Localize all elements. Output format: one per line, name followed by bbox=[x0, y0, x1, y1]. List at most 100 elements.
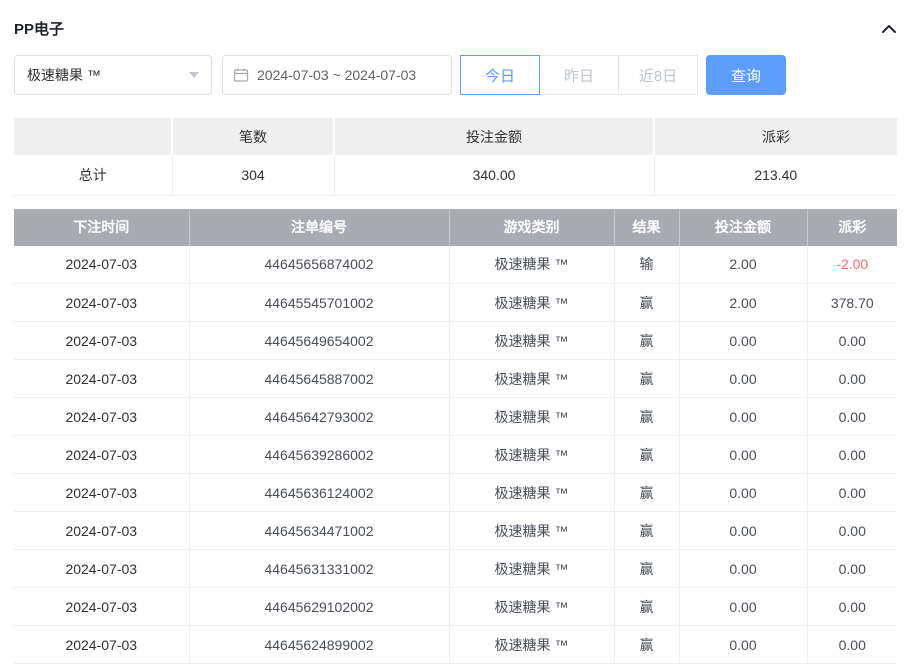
table-cell: 0.00 bbox=[807, 398, 897, 436]
table-cell: 赢 bbox=[614, 436, 679, 474]
today-button[interactable]: 今日 bbox=[460, 55, 540, 95]
summary-total-row: 总计 304 340.00 213.40 bbox=[14, 155, 897, 195]
table-cell: 极速糖果 ™ bbox=[449, 284, 614, 322]
table-row: 2024-07-0344645629102002极速糖果 ™赢0.000.00 bbox=[14, 588, 897, 626]
table-cell: 2024-07-03 bbox=[14, 360, 189, 398]
table-cell: 极速糖果 ™ bbox=[449, 398, 614, 436]
table-cell: 极速糖果 ™ bbox=[449, 512, 614, 550]
table-cell: 极速糖果 ™ bbox=[449, 322, 614, 360]
calendar-icon bbox=[233, 67, 249, 83]
table-row: 2024-07-0344645634471002极速糖果 ™赢0.000.00 bbox=[14, 512, 897, 550]
search-button[interactable]: 查询 bbox=[706, 55, 786, 95]
table-cell: 44645629102002 bbox=[189, 588, 449, 626]
bet-table-body: 2024-07-0344645656874002极速糖果 ™输2.00-2.00… bbox=[14, 246, 897, 664]
panel-header: PP电子 bbox=[14, 0, 897, 41]
table-cell: 44645649654002 bbox=[189, 322, 449, 360]
table-cell: 2024-07-03 bbox=[14, 626, 189, 664]
column-header-bet-amount: 投注金额 bbox=[679, 209, 807, 246]
game-select-value: 极速糖果 ™ bbox=[27, 65, 101, 85]
table-cell: 0.00 bbox=[807, 474, 897, 512]
table-cell: 赢 bbox=[614, 626, 679, 664]
date-range-input[interactable]: 2024-07-03 ~ 2024-07-03 bbox=[222, 55, 452, 95]
summary-total-bet-amount: 340.00 bbox=[334, 155, 654, 195]
table-cell: 44645634471002 bbox=[189, 512, 449, 550]
column-header-bet-id: 注单编号 bbox=[189, 209, 449, 246]
table-cell: 0.00 bbox=[679, 474, 807, 512]
table-cell: 2024-07-03 bbox=[14, 436, 189, 474]
table-cell: 赢 bbox=[614, 512, 679, 550]
table-cell: 赢 bbox=[614, 322, 679, 360]
chevron-down-icon bbox=[189, 72, 199, 78]
summary-table: 笔数 投注金额 派彩 总计 304 340.00 213.40 bbox=[14, 118, 897, 196]
table-cell: 0.00 bbox=[679, 588, 807, 626]
summary-total-count: 304 bbox=[172, 155, 334, 195]
table-cell: 极速糖果 ™ bbox=[449, 474, 614, 512]
table-row: 2024-07-0344645645887002极速糖果 ™赢0.000.00 bbox=[14, 360, 897, 398]
quick-date-buttons: 今日 昨日 近8日 bbox=[460, 55, 698, 95]
bet-records-table: 下注时间 注单编号 游戏类别 结果 投注金额 派彩 2024-07-034464… bbox=[14, 209, 897, 665]
table-cell: 378.70 bbox=[807, 284, 897, 322]
table-row: 2024-07-0344645636124002极速糖果 ™赢0.000.00 bbox=[14, 474, 897, 512]
table-row: 2024-07-0344645624899002极速糖果 ™赢0.000.00 bbox=[14, 626, 897, 664]
table-cell: 44645645887002 bbox=[189, 360, 449, 398]
filter-bar: 极速糖果 ™ 2024-07-03 ~ 2024-07-03 今日 昨日 近8日… bbox=[14, 55, 897, 95]
table-cell: 0.00 bbox=[679, 322, 807, 360]
table-cell: 赢 bbox=[614, 284, 679, 322]
table-cell: 输 bbox=[614, 246, 679, 284]
page-title: PP电子 bbox=[14, 18, 64, 39]
summary-header-blank bbox=[14, 118, 172, 155]
column-header-game-type: 游戏类别 bbox=[449, 209, 614, 246]
game-select[interactable]: 极速糖果 ™ bbox=[14, 55, 212, 95]
table-cell: 赢 bbox=[614, 588, 679, 626]
table-cell: 赢 bbox=[614, 398, 679, 436]
table-cell: 0.00 bbox=[679, 436, 807, 474]
table-cell: 44645624899002 bbox=[189, 626, 449, 664]
table-row: 2024-07-0344645642793002极速糖果 ™赢0.000.00 bbox=[14, 398, 897, 436]
table-cell: 0.00 bbox=[679, 626, 807, 664]
table-row: 2024-07-0344645656874002极速糖果 ™输2.00-2.00 bbox=[14, 246, 897, 284]
table-cell: 2024-07-03 bbox=[14, 550, 189, 588]
table-cell: 0.00 bbox=[807, 360, 897, 398]
table-cell: 44645642793002 bbox=[189, 398, 449, 436]
chevron-up-icon bbox=[881, 23, 897, 35]
table-row: 2024-07-0344645631331002极速糖果 ™赢0.000.00 bbox=[14, 550, 897, 588]
date-range-value: 2024-07-03 ~ 2024-07-03 bbox=[257, 67, 416, 83]
table-cell: 0.00 bbox=[807, 626, 897, 664]
table-cell: 0.00 bbox=[679, 512, 807, 550]
table-cell: 极速糖果 ™ bbox=[449, 360, 614, 398]
summary-header-count: 笔数 bbox=[172, 118, 334, 155]
column-header-result: 结果 bbox=[614, 209, 679, 246]
last-8-days-button[interactable]: 近8日 bbox=[618, 55, 698, 95]
table-cell: 赢 bbox=[614, 474, 679, 512]
table-cell: 赢 bbox=[614, 360, 679, 398]
table-row: 2024-07-0344645649654002极速糖果 ™赢0.000.00 bbox=[14, 322, 897, 360]
table-cell: 极速糖果 ™ bbox=[449, 550, 614, 588]
yesterday-button[interactable]: 昨日 bbox=[539, 55, 619, 95]
table-cell: 2024-07-03 bbox=[14, 474, 189, 512]
table-cell: 极速糖果 ™ bbox=[449, 588, 614, 626]
table-cell: 44645631331002 bbox=[189, 550, 449, 588]
table-cell: -2.00 bbox=[807, 246, 897, 284]
table-cell: 2024-07-03 bbox=[14, 284, 189, 322]
summary-total-label: 总计 bbox=[14, 155, 172, 195]
table-cell: 极速糖果 ™ bbox=[449, 626, 614, 664]
bet-table-header-row: 下注时间 注单编号 游戏类别 结果 投注金额 派彩 bbox=[14, 209, 897, 246]
table-cell: 44645639286002 bbox=[189, 436, 449, 474]
table-cell: 2024-07-03 bbox=[14, 322, 189, 360]
table-cell: 赢 bbox=[614, 550, 679, 588]
summary-header-bet-amount: 投注金额 bbox=[334, 118, 654, 155]
column-header-payout: 派彩 bbox=[807, 209, 897, 246]
table-cell: 44645636124002 bbox=[189, 474, 449, 512]
table-cell: 2024-07-03 bbox=[14, 246, 189, 284]
table-cell: 2.00 bbox=[679, 284, 807, 322]
table-cell: 44645656874002 bbox=[189, 246, 449, 284]
summary-header-payout: 派彩 bbox=[654, 118, 897, 155]
table-cell: 2024-07-03 bbox=[14, 588, 189, 626]
collapse-panel-button[interactable] bbox=[881, 23, 897, 35]
table-cell: 44645545701002 bbox=[189, 284, 449, 322]
table-cell: 极速糖果 ™ bbox=[449, 246, 614, 284]
table-cell: 0.00 bbox=[807, 322, 897, 360]
summary-total-payout: 213.40 bbox=[654, 155, 897, 195]
table-cell: 0.00 bbox=[807, 436, 897, 474]
table-cell: 2.00 bbox=[679, 246, 807, 284]
